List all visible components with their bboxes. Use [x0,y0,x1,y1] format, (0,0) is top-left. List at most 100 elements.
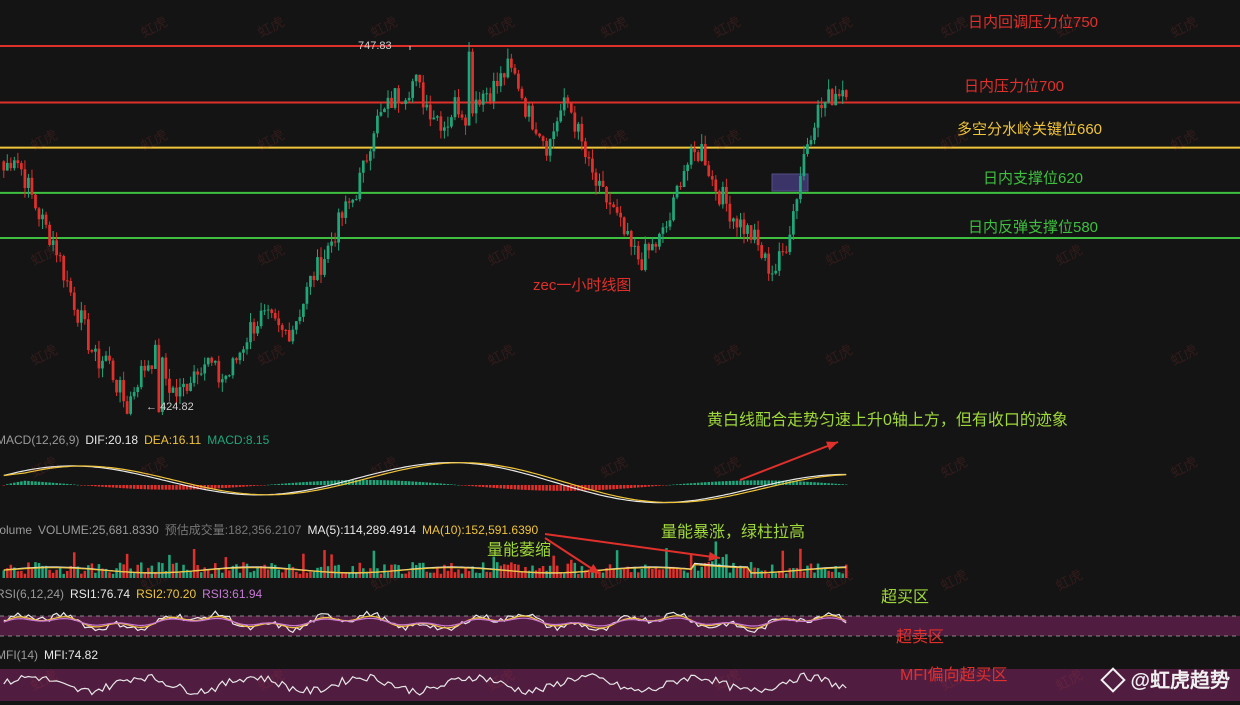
candle-body [400,102,404,104]
rsi-2: RSI2:70.20 [136,587,197,601]
candle-body [210,357,214,363]
macd-bar [425,482,429,485]
macd-bar [686,483,689,485]
macd-bar [168,485,171,490]
macd-bar [820,482,823,485]
candle-body [404,100,407,104]
volume-bar [827,570,830,578]
macd-bar [545,485,548,491]
volume-bar [841,573,844,578]
candle-body [12,160,16,169]
volume-value: VOLUME:25,681.8330 [38,523,159,537]
candle-body [294,321,298,330]
volume-bar [742,568,746,578]
candle-body [520,88,524,99]
macd-bar [802,481,806,485]
volume-bar [601,572,605,578]
macd-bar [242,485,245,487]
macd-bar [235,485,238,488]
candle-body [435,116,439,118]
volume-bar [711,561,714,578]
candle-body [132,392,136,397]
macd-bar [460,485,464,486]
macd-bar [249,485,252,487]
macd-bar [44,482,48,485]
volume-bar [252,570,256,578]
rsi-1: RSI1:76.74 [70,587,131,601]
volume-bar [450,563,453,578]
macd-bar [700,482,703,485]
macd-bar [721,481,725,485]
candle-body [256,326,259,334]
candle-body [753,229,756,240]
macd-bar [693,482,696,485]
brand-logo: @虹虎趋势 [1100,664,1230,693]
volume-bar [637,572,640,578]
volume-bar [309,571,312,578]
macd-bar [474,485,478,487]
volume-ma10: MA(10):152,591.6390 [422,523,539,537]
volume-bar [562,573,566,578]
volume-bar [129,568,132,578]
macd-bar [2,485,6,486]
macd-bar [143,485,147,490]
macd-dif: DIF:20.18 [85,433,139,447]
level-label-620: 日内支撑位620 [983,170,1084,187]
macd-bar [372,480,376,485]
macd-bar [640,485,644,488]
candle-body [527,105,531,117]
macd-bar [259,485,263,486]
candle-body [608,202,612,205]
macd-bar [414,481,418,485]
macd-bar [404,481,407,485]
candle-body [460,114,464,118]
volume-bar [570,559,573,578]
candle-body [189,382,192,391]
macd-bar [94,485,97,487]
macd-bar [76,484,80,486]
volume-shrink-annotation: 量能萎缩 [487,542,552,559]
macd-bar [379,480,383,485]
volume-bar [407,571,411,578]
volume-bar [749,562,753,578]
volume-bar [763,570,767,578]
macd-bar [326,480,330,485]
volume-bar [503,564,506,578]
macd-bar [362,479,365,485]
macd-bar [601,485,605,490]
candle-body [97,348,101,369]
candle-body [182,383,185,388]
macd-bar [122,485,125,489]
volume-bar [132,573,136,578]
macd-bar [16,481,20,485]
macd-bar [432,482,436,485]
candle-body [584,141,587,158]
brand-diamond-icon [1100,667,1127,693]
candle-body [213,360,217,363]
volume-bar [23,573,27,578]
candle-body [802,154,806,177]
macd-bar [58,483,62,485]
candle-body [153,344,157,369]
volume-bar [816,563,820,578]
volume-bar [411,562,414,578]
macd-bar [651,485,654,487]
macd-bar [806,481,809,485]
macd-bar [390,480,393,485]
macd-bar [682,483,686,485]
macd-bar [383,480,386,485]
macd-bar [319,481,323,485]
macd-bar [13,482,16,485]
volume-bar [658,569,661,578]
volume-bar [51,572,55,578]
macd-bar [813,482,816,485]
candle-body [326,245,330,260]
volume-bar [830,571,834,578]
volume-bar [545,570,548,578]
macd-bar [175,485,178,490]
macd-bar [273,484,277,485]
macd-bar [531,485,534,491]
candle-body [756,229,760,246]
candle-body [407,97,411,101]
macd-bar [594,485,598,491]
